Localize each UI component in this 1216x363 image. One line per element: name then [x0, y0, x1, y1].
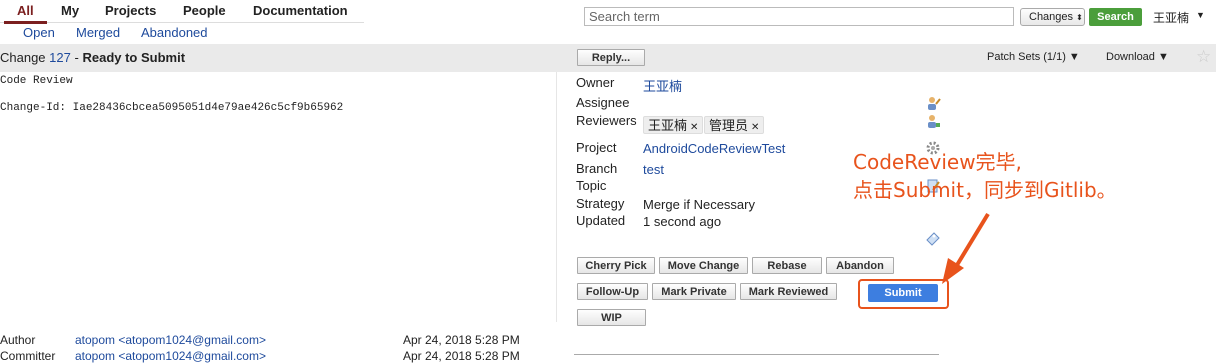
change-number-link[interactable]: 127: [49, 50, 71, 65]
submit-button[interactable]: Submit: [868, 284, 938, 302]
abandon-button[interactable]: Abandon: [826, 257, 894, 274]
assignee-label: Assignee: [576, 95, 630, 110]
wip-button[interactable]: WIP: [577, 309, 646, 326]
cherry-pick-button[interactable]: Cherry Pick: [577, 257, 655, 274]
owner-link[interactable]: 王亚楠: [643, 76, 682, 95]
search-input[interactable]: [584, 7, 1014, 26]
follow-up-button[interactable]: Follow-Up: [577, 283, 648, 300]
change-label: Change: [0, 50, 46, 65]
change-title: Change 127 - Ready to Submit: [0, 50, 185, 65]
move-change-button[interactable]: Move Change: [659, 257, 748, 274]
topic-label: Topic: [576, 178, 607, 193]
user-menu[interactable]: 王亚楠: [1153, 9, 1189, 26]
nav-tab-people[interactable]: People: [183, 3, 226, 18]
nav-tab-all[interactable]: All: [17, 3, 34, 18]
subnav-merged[interactable]: Merged: [76, 25, 120, 40]
reply-button[interactable]: Reply...: [577, 49, 645, 66]
user-caret-icon[interactable]: ▼: [1196, 10, 1205, 20]
annotation-arrow-icon: [942, 212, 990, 284]
author-label: Author: [0, 333, 36, 347]
subnav-abandoned[interactable]: Abandoned: [141, 25, 208, 40]
section-divider: [574, 354, 939, 355]
updated-value: 1 second ago: [643, 214, 722, 229]
strategy-value: Merge if Necessary: [643, 197, 755, 212]
patch-sets-dropdown[interactable]: Patch Sets (1/1) ▼: [987, 51, 1080, 63]
nav-tab-documentation[interactable]: Documentation: [253, 3, 348, 18]
commit-message-change-id: Change-Id: Iae28436cbcea5095051d4e79ae42…: [0, 102, 344, 114]
mark-private-button[interactable]: Mark Private: [652, 283, 736, 300]
search-button[interactable]: Search: [1089, 8, 1142, 26]
remove-reviewer-icon[interactable]: ✕: [690, 122, 698, 133]
remove-reviewer-icon[interactable]: ✕: [751, 122, 759, 133]
change-title-sep: -: [74, 50, 79, 65]
add-reviewer-icon[interactable]: [925, 113, 941, 129]
rebase-button[interactable]: Rebase: [752, 257, 822, 274]
annotation-line-1: CodeReview完毕,: [853, 150, 1022, 174]
reviewer-name: 王亚楠: [648, 118, 688, 133]
annotation-line-2: 点击Submit，同步到Gitlib。: [853, 178, 1117, 202]
subnav-open[interactable]: Open: [23, 25, 55, 40]
download-dropdown[interactable]: Download ▼: [1106, 51, 1169, 63]
star-icon[interactable]: ☆: [1196, 47, 1211, 67]
project-label: Project: [576, 140, 617, 155]
mark-reviewed-button[interactable]: Mark Reviewed: [740, 283, 837, 300]
author-link[interactable]: atopom <atopom1024@gmail.com>: [75, 333, 266, 347]
nav-active-indicator: [4, 21, 47, 24]
panel-divider: [556, 72, 557, 322]
search-scope-label: Changes: [1029, 11, 1074, 23]
commit-message-subject: Code Review: [0, 75, 73, 87]
nav-tab-my[interactable]: My: [61, 3, 79, 18]
reviewer-chip: 王亚楠 ✕: [643, 116, 704, 134]
nav-divider: [0, 22, 364, 23]
updated-label: Updated: [576, 213, 626, 228]
project-link[interactable]: AndroidCodeReviewTest: [643, 141, 785, 156]
owner-label: Owner: [576, 75, 615, 90]
author-date: Apr 24, 2018 5:28 PM: [403, 333, 520, 347]
nav-tab-projects[interactable]: Projects: [105, 3, 156, 18]
select-arrows-icon: ⬍: [1076, 13, 1083, 22]
reviewer-name: 管理员: [709, 118, 749, 133]
edit-assignee-icon[interactable]: [925, 95, 941, 111]
strategy-label: Strategy: [576, 196, 625, 211]
change-status: Ready to Submit: [82, 50, 186, 65]
branch-link[interactable]: test: [643, 162, 664, 177]
search-scope-select[interactable]: Changes ⬍: [1020, 8, 1085, 26]
reviewers-label: Reviewers: [576, 113, 637, 128]
reviewer-chip: 管理员 ✕: [704, 116, 765, 134]
branch-label: Branch: [576, 161, 618, 176]
